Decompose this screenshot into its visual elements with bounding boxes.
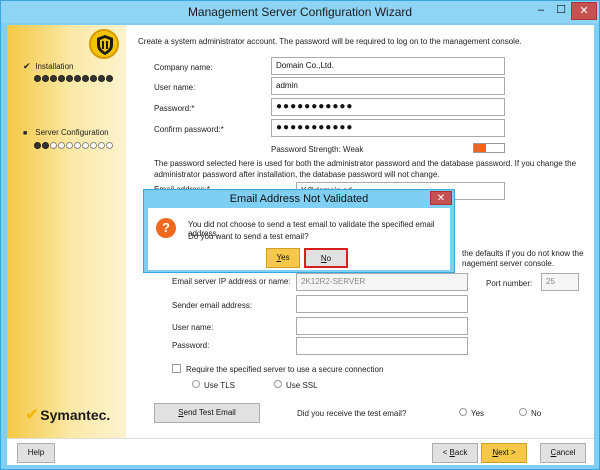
progress-dot-filled bbox=[34, 142, 41, 149]
smtp-user-name-label: User name: bbox=[172, 323, 214, 332]
progress-dot-filled bbox=[98, 75, 105, 82]
email-not-validated-dialog: Email Address Not Validated ✕ ? You did … bbox=[143, 189, 455, 273]
password-strength-meter bbox=[473, 143, 505, 153]
checkmark-icon: ✔ bbox=[23, 61, 31, 71]
next-button[interactable]: Next > bbox=[481, 443, 527, 463]
wizard-footer: Help < Back Next > Cancel bbox=[7, 438, 594, 465]
secure-connection-label: Require the specified server to use a se… bbox=[186, 365, 384, 374]
progress-dot-empty bbox=[98, 142, 105, 149]
use-ssl-radio[interactable] bbox=[274, 380, 282, 388]
progress-dot-empty bbox=[50, 142, 57, 149]
password-strength-label: Password Strength: Weak bbox=[271, 145, 364, 154]
step-installation: ✔ Installation bbox=[23, 61, 73, 72]
password-strength-fill bbox=[474, 144, 486, 152]
progress-dot-empty bbox=[66, 142, 73, 149]
port-number-input[interactable]: 25 bbox=[541, 273, 579, 291]
use-ssl-label: Use SSL bbox=[286, 381, 318, 390]
password-label: Password:* bbox=[154, 104, 195, 113]
cancel-button[interactable]: Cancel bbox=[540, 443, 586, 463]
dialog-no-button[interactable]: No bbox=[304, 248, 348, 268]
secure-connection-checkbox[interactable] bbox=[172, 364, 181, 373]
dialog-body: ? You did not choose to send a test emai… bbox=[148, 208, 450, 270]
title-bar: Management Server Configuration Wizard –… bbox=[1, 1, 599, 23]
email-server-input[interactable]: 2K12R2-SERVER bbox=[296, 273, 468, 291]
step-installation-progress bbox=[34, 75, 114, 83]
progress-dot-filled bbox=[106, 75, 113, 82]
use-tls-label: Use TLS bbox=[204, 381, 235, 390]
dialog-title: Email Address Not Validated bbox=[229, 193, 369, 205]
smtp-password-label: Password: bbox=[172, 341, 210, 350]
symantec-logo: ✔Symantec. bbox=[25, 405, 110, 425]
progress-dot-filled bbox=[50, 75, 57, 82]
user-name-label: User name: bbox=[154, 83, 196, 92]
step-server-configuration: ■ Server Configuration bbox=[23, 128, 109, 137]
company-name-input[interactable]: Domain Co.,Ltd. bbox=[271, 57, 505, 75]
smtp-help-text-2: nagement server console. bbox=[462, 259, 555, 268]
progress-dot-filled bbox=[42, 142, 49, 149]
email-server-label: Email server IP address or name: bbox=[172, 277, 291, 286]
help-button[interactable]: Help bbox=[17, 443, 55, 463]
intro-text: Create a system administrator account. T… bbox=[138, 37, 522, 46]
confirm-password-label: Confirm password:* bbox=[154, 125, 224, 134]
step-server-configuration-progress bbox=[34, 142, 114, 150]
step-server-configuration-label: Server Configuration bbox=[35, 128, 109, 137]
smtp-user-name-input[interactable] bbox=[296, 317, 468, 335]
current-step-icon: ■ bbox=[23, 130, 28, 137]
progress-dot-filled bbox=[66, 75, 73, 82]
sender-email-label: Sender email address: bbox=[172, 301, 253, 310]
smtp-password-input[interactable] bbox=[296, 337, 468, 355]
port-number-label: Port number: bbox=[486, 279, 533, 288]
progress-dot-empty bbox=[74, 142, 81, 149]
symantec-logo-text: Symantec. bbox=[40, 407, 111, 423]
received-no-radio[interactable] bbox=[519, 408, 527, 416]
confirm-password-input[interactable]: ●●●●●●●●●●● bbox=[271, 119, 505, 137]
dialog-close-button[interactable]: ✕ bbox=[430, 191, 452, 205]
progress-dot-empty bbox=[90, 142, 97, 149]
received-no-label: No bbox=[531, 409, 542, 418]
progress-dot-empty bbox=[58, 142, 65, 149]
back-button[interactable]: < Back bbox=[432, 443, 478, 463]
progress-dot-filled bbox=[42, 75, 49, 82]
step-installation-label: Installation bbox=[35, 62, 74, 71]
wizard-window: Management Server Configuration Wizard –… bbox=[0, 0, 600, 470]
progress-dot-empty bbox=[82, 142, 89, 149]
minimize-button[interactable]: – bbox=[531, 2, 551, 20]
password-input[interactable]: ●●●●●●●●●●● bbox=[271, 98, 505, 116]
progress-dot-filled bbox=[34, 75, 41, 82]
sender-email-input[interactable] bbox=[296, 295, 468, 313]
user-name-input[interactable]: admin bbox=[271, 77, 505, 95]
maximize-button[interactable]: ☐ bbox=[551, 2, 571, 20]
shield-logo-icon bbox=[89, 29, 119, 59]
progress-dot-filled bbox=[58, 75, 65, 82]
password-note: The password selected here is used for b… bbox=[154, 159, 577, 179]
use-tls-radio[interactable] bbox=[192, 380, 200, 388]
progress-dot-empty bbox=[106, 142, 113, 149]
dialog-yes-button[interactable]: Yes bbox=[266, 248, 300, 268]
progress-dot-filled bbox=[82, 75, 89, 82]
progress-dot-filled bbox=[74, 75, 81, 82]
close-button[interactable]: ✕ bbox=[571, 2, 597, 20]
progress-dot-filled bbox=[90, 75, 97, 82]
smtp-help-text-1: the defaults if you do not know the bbox=[462, 249, 584, 258]
send-test-email-button[interactable]: Send Test Email bbox=[154, 403, 260, 423]
window-title: Management Server Configuration Wizard bbox=[187, 5, 413, 19]
question-icon: ? bbox=[156, 218, 176, 238]
company-name-label: Company name: bbox=[154, 63, 213, 72]
dialog-message-line-2: Do you want to send a test email? bbox=[188, 232, 309, 241]
symantec-check-icon: ✔ bbox=[25, 405, 40, 424]
wizard-sidebar: ✔ Installation ■ Server Configuration ✔S… bbox=[7, 25, 126, 438]
received-yes-radio[interactable] bbox=[459, 408, 467, 416]
received-test-email-label: Did you receive the test email? bbox=[297, 409, 407, 418]
received-yes-label: Yes bbox=[471, 409, 485, 418]
